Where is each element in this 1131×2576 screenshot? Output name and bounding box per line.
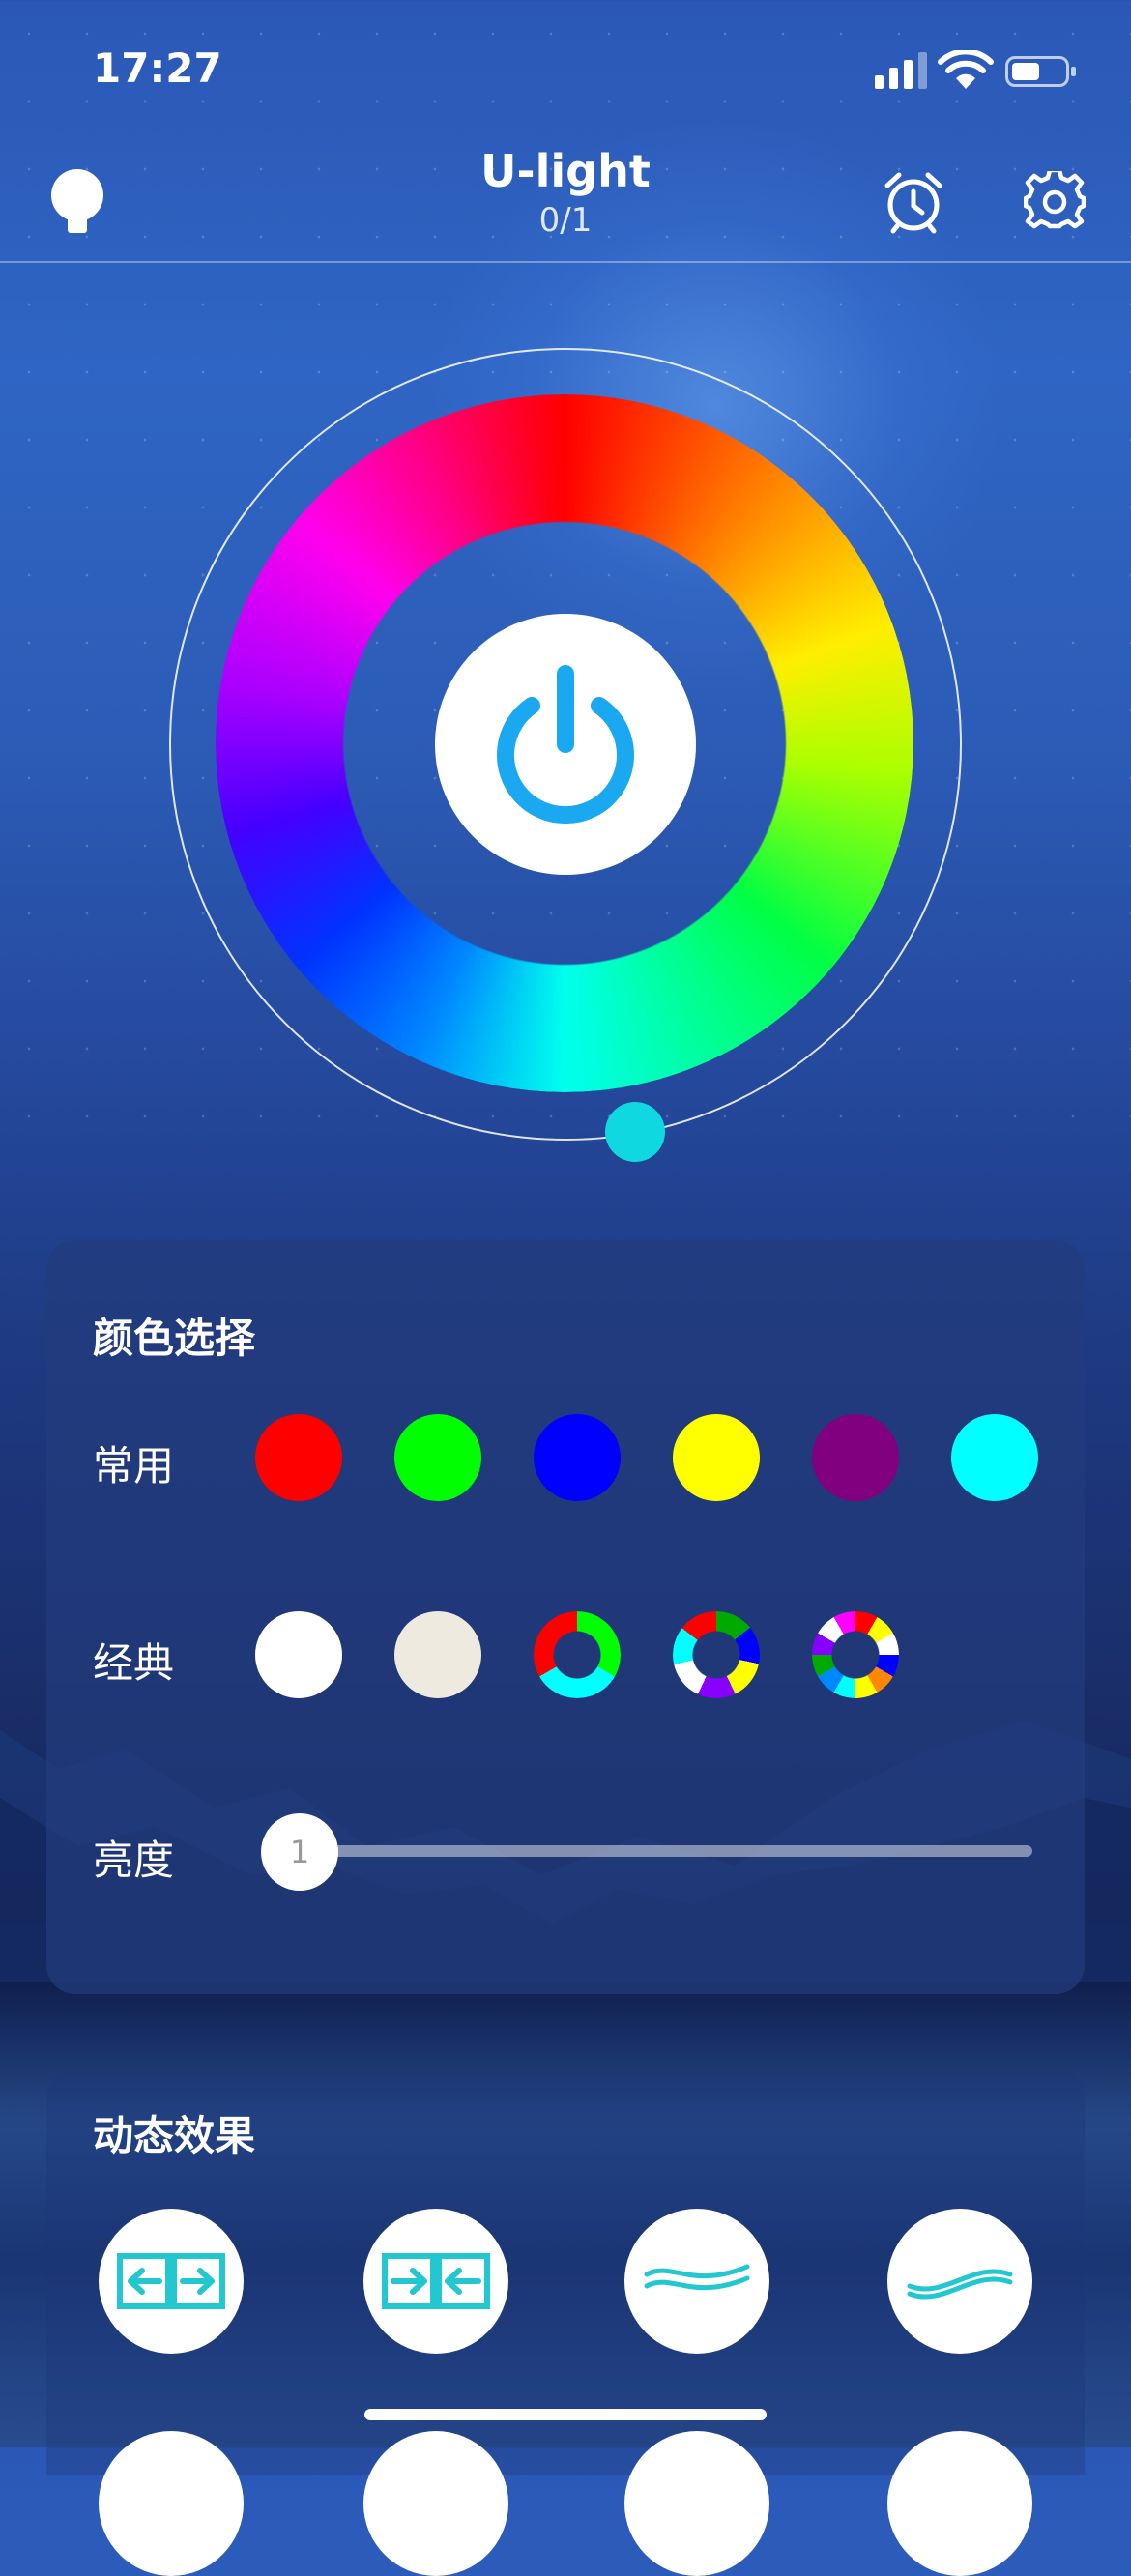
brightness-slider-track[interactable] xyxy=(327,1845,1032,1857)
color-wheel[interactable] xyxy=(169,348,962,1162)
battery-icon xyxy=(1005,56,1076,87)
wheel-slider-knob[interactable] xyxy=(605,1102,665,1162)
effect-button-next-row[interactable] xyxy=(363,2431,508,2576)
swatch-purple[interactable] xyxy=(812,1414,899,1501)
home-indicator[interactable] xyxy=(364,2409,767,2420)
cellular-signal-icon xyxy=(875,50,927,89)
nav-bar: U-light 0/1 xyxy=(0,145,1131,263)
classic-7-color-ring[interactable] xyxy=(673,1611,760,1698)
effect-arrows-in-button[interactable] xyxy=(363,2209,508,2354)
device-count: 0/1 xyxy=(538,201,593,240)
swatch-red[interactable] xyxy=(255,1414,342,1501)
dynamic-effects-title: 动态效果 xyxy=(93,2112,256,2159)
brightness-slider-thumb[interactable]: 1 xyxy=(261,1813,338,1891)
status-bar: 17:27 xyxy=(0,0,1131,145)
swatch-blue[interactable] xyxy=(534,1414,621,1501)
classic-3-color-ring[interactable] xyxy=(534,1611,621,1698)
swatch-yellow[interactable] xyxy=(673,1414,760,1501)
common-colors-label: 常用 xyxy=(93,1442,175,1490)
classic-colors-label: 经典 xyxy=(93,1639,175,1687)
wave-icon xyxy=(907,2269,1013,2300)
effect-button-next-row[interactable] xyxy=(624,2431,769,2576)
wifi-icon xyxy=(938,50,994,89)
alarm-clock-icon[interactable] xyxy=(880,168,947,236)
swatch-white[interactable] xyxy=(255,1611,342,1698)
color-select-title: 颜色选择 xyxy=(93,1315,256,1362)
swatch-warm-white[interactable] xyxy=(394,1611,481,1698)
status-time: 17:27 xyxy=(93,44,222,92)
arrows-out-icon xyxy=(117,2253,225,2309)
swatch-cyan[interactable] xyxy=(951,1414,1038,1501)
classic-12-color-ring[interactable] xyxy=(812,1611,899,1698)
power-button[interactable] xyxy=(435,614,696,875)
swatch-green[interactable] xyxy=(394,1414,481,1501)
wave-icon xyxy=(644,2264,750,2291)
power-icon xyxy=(497,665,634,825)
brightness-label: 亮度 xyxy=(93,1837,175,1884)
effect-arrows-out-button[interactable] xyxy=(99,2209,244,2354)
page-title: U-light xyxy=(480,145,651,197)
color-select-panel: 颜色选择 常用 经典 亮度 1 xyxy=(46,1240,1085,1994)
effect-button-next-row[interactable] xyxy=(887,2431,1032,2576)
arrows-in-icon xyxy=(382,2253,490,2309)
effect-button-next-row[interactable] xyxy=(99,2431,244,2576)
gear-icon[interactable] xyxy=(1021,168,1088,236)
effect-wave-button-2[interactable] xyxy=(887,2209,1032,2354)
effect-wave-button[interactable] xyxy=(624,2209,769,2354)
